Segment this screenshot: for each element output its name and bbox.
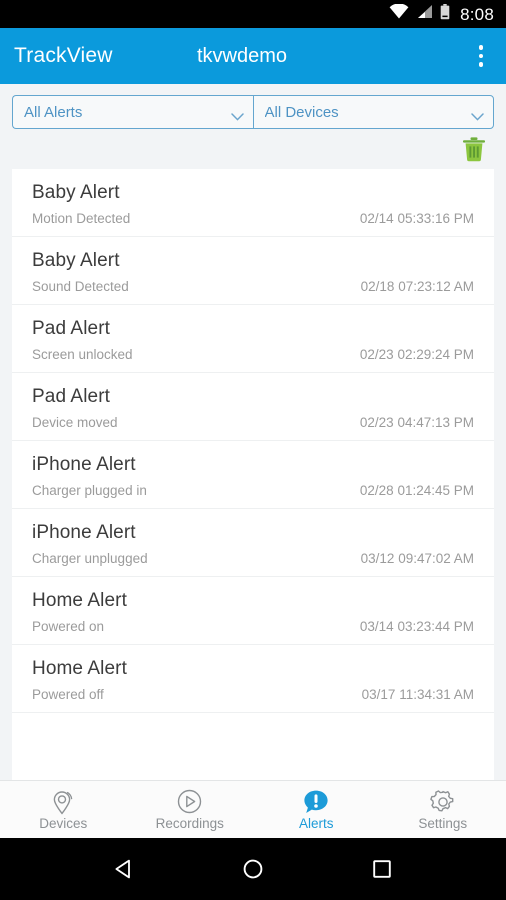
alert-list-container: Baby Alert Motion Detected 02/14 05:33:16 … — [0, 169, 506, 780]
alert-description: Screen unlocked — [32, 346, 133, 362]
device-dropdown-value: All Devices — [264, 104, 339, 120]
bottom-navigation-bar: Devices Recordings Alerts Settings — [0, 780, 506, 838]
app-title: TrackView — [14, 44, 113, 67]
cellular-signal-icon — [416, 4, 433, 24]
triangle-back-icon[interactable] — [111, 856, 137, 882]
status-bar-clock: 8:08 — [460, 4, 494, 24]
alert-title: Pad Alert — [32, 317, 111, 339]
alert-list-item[interactable]: Home Alert Powered off 03/17 11:34:31 AM — [12, 645, 494, 713]
device-dropdown[interactable]: All Devices — [252, 95, 494, 129]
battery-icon — [440, 3, 450, 25]
alert-title: Home Alert — [32, 657, 127, 679]
overflow-dot — [478, 62, 484, 67]
app-window: 8:08 TrackView tkvwdemo All Alerts All D… — [0, 0, 506, 900]
play-circle-icon — [177, 789, 202, 815]
nav-tab-settings[interactable]: Settings — [380, 781, 506, 838]
alert-timestamp: 02/14 05:33:16 PM — [359, 210, 474, 226]
alert-list-item[interactable]: Pad Alert Screen unlocked 02/23 02:29:24 P… — [12, 305, 494, 373]
overflow-dot — [478, 45, 484, 50]
nav-tab-devices[interactable]: Devices — [0, 781, 127, 838]
alert-detail-row: Screen unlocked 02/23 02:29:24 PM — [32, 347, 474, 362]
alert-detail-row: Sound Detected 02/18 07:23:12 AM — [32, 279, 474, 294]
gear-icon — [429, 789, 456, 815]
delete-all-row — [0, 129, 506, 169]
nav-tab-devices-label: Devices — [39, 815, 88, 831]
alert-timestamp: 02/23 04:47:13 PM — [359, 414, 474, 430]
android-system-nav — [0, 838, 506, 900]
alert-timestamp: 02/23 02:29:24 PM — [359, 346, 474, 362]
alert-title: iPhone Alert — [32, 521, 136, 543]
chevron-down-icon — [230, 108, 244, 121]
alert-list-item[interactable]: Baby Alert Motion Detected 02/14 05:33:16 … — [12, 169, 494, 237]
trash-icon[interactable] — [461, 135, 487, 163]
alert-description: Powered off — [32, 686, 104, 702]
alert-timestamp: 03/17 11:34:31 AM — [361, 686, 474, 702]
app-bar: TrackView tkvwdemo — [0, 28, 506, 84]
alert-detail-row: Powered off 03/17 11:34:31 AM — [32, 687, 474, 702]
alert-title: iPhone Alert — [32, 453, 136, 475]
alert-bubble-icon — [303, 789, 329, 815]
nav-tab-recordings-label: Recordings — [155, 815, 224, 831]
filter-bar: All Alerts All Devices — [0, 84, 506, 129]
alert-detail-row: Powered on 03/14 03:23:44 PM — [32, 619, 474, 634]
alert-list: Baby Alert Motion Detected 02/14 05:33:16 … — [12, 169, 494, 780]
alert-detail-row: Charger plugged in 02/28 01:24:45 PM — [32, 483, 474, 498]
alert-detail-row: Charger unplugged 03/12 09:47:02 AM — [32, 551, 474, 566]
alert-type-dropdown-value: All Alerts — [24, 104, 83, 120]
alert-title: Pad Alert — [32, 385, 111, 407]
alert-timestamp: 03/12 09:47:02 AM — [360, 550, 474, 566]
alert-description: Sound Detected — [32, 278, 129, 294]
nav-tab-alerts-label: Alerts — [298, 815, 334, 831]
nav-tab-recordings[interactable]: Recordings — [127, 781, 254, 838]
alert-description: Powered on — [32, 618, 105, 634]
alert-detail-row: Motion Detected 02/14 05:33:16 PM — [32, 211, 474, 226]
overflow-dot — [478, 53, 484, 59]
alert-description: Device moved — [32, 414, 118, 430]
alert-title: Home Alert — [32, 589, 127, 611]
chevron-down-icon — [471, 108, 484, 121]
alert-list-item[interactable]: Baby Alert Sound Detected 02/18 07:23:12 A… — [12, 237, 494, 305]
nav-tab-settings-label: Settings — [418, 815, 468, 831]
alert-description: Motion Detected — [32, 210, 131, 226]
alert-detail-row: Device moved 02/23 04:47:13 PM — [32, 415, 474, 430]
alert-list-item[interactable]: iPhone Alert Charger unplugged 03/12 09:47… — [12, 509, 494, 577]
alert-description: Charger plugged in — [32, 482, 147, 498]
alert-list-item[interactable]: iPhone Alert Charger plugged in 02/28 01:2… — [12, 441, 494, 509]
alert-timestamp: 02/28 01:24:45 PM — [359, 482, 474, 498]
alert-title: Baby Alert — [32, 182, 120, 203]
alert-timestamp: 02/18 07:23:12 AM — [360, 278, 474, 294]
system-status-bar: 8:08 — [0, 0, 506, 28]
circle-home-icon[interactable] — [240, 856, 266, 882]
alert-timestamp: 03/14 03:23:44 PM — [359, 618, 474, 634]
wifi-icon — [389, 3, 409, 24]
overflow-menu-icon[interactable] — [470, 39, 492, 73]
alert-description: Charger unplugged — [32, 550, 148, 566]
nav-tab-alerts[interactable]: Alerts — [253, 781, 380, 838]
alert-type-dropdown[interactable]: All Alerts — [12, 95, 253, 129]
alert-list-item[interactable]: Home Alert Powered on 03/14 03:23:44 PM — [12, 577, 494, 645]
square-recents-icon[interactable] — [369, 856, 395, 882]
alert-title: Baby Alert — [32, 249, 120, 271]
location-pin-icon — [51, 789, 75, 815]
alert-list-item[interactable]: Pad Alert Device moved 02/23 04:47:13 PM — [12, 373, 494, 441]
